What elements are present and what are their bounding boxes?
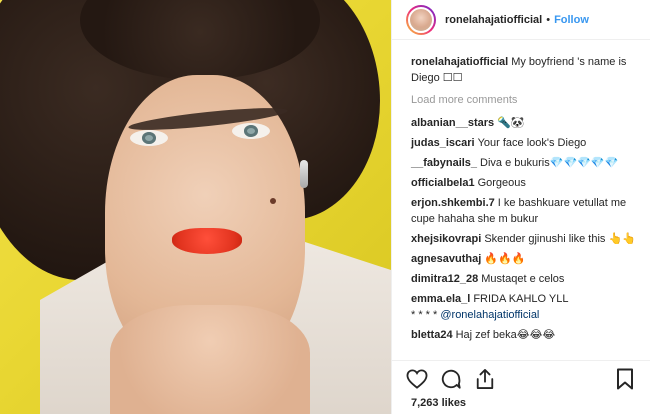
comment-text: Haj zef beka😂😂😂 <box>455 329 556 341</box>
comment-item: xhejsikovrapi Skender gjinushi like this … <box>411 231 636 247</box>
comment-username[interactable]: erjon.shkembi.7 <box>411 197 495 209</box>
actions-divider <box>392 360 650 361</box>
follow-button[interactable]: Follow <box>554 14 589 26</box>
photo-eye-left <box>130 130 168 146</box>
load-more-comments-button[interactable]: Load more comments <box>411 94 636 106</box>
comment-username[interactable]: agnesavuthaj <box>411 253 481 265</box>
comment-item: bletta24 Haj zef beka😂😂😂 <box>411 327 636 343</box>
avatar-image <box>408 6 434 33</box>
likes-count[interactable]: 7,263 likes <box>411 397 466 409</box>
photo-earring <box>300 160 308 188</box>
comment-icon[interactable] <box>440 368 462 390</box>
comment-text: Diva e bukuris💎💎💎💎💎 <box>480 157 619 169</box>
photo-hands <box>110 305 310 414</box>
comments-list: ronelahajatiofficial My boyfriend 's name… <box>392 40 650 343</box>
comment-text: * * * * <box>411 309 441 321</box>
comment-text: 🔥🔥🔥 <box>484 253 526 265</box>
comment-username[interactable]: xhejsikovrapi <box>411 233 481 245</box>
comment-username[interactable]: emma.ela_l <box>411 293 470 305</box>
comment-item: judas_iscari Your face look's Diego <box>411 135 636 151</box>
comment-username[interactable]: __fabynails_ <box>411 157 477 169</box>
comment-text: Mustaqet e celos <box>481 273 565 285</box>
comment-item: emma.ela_l FRIDA KAHLO YLL <box>411 291 636 307</box>
comment-text: 🔦🐼 <box>497 117 525 129</box>
photo-eye-right <box>232 123 270 139</box>
comment-item: albanian__stars 🔦🐼 <box>411 115 636 131</box>
post-sidebar: ronelahajatiofficial • Follow ronelahaja… <box>391 0 650 414</box>
comment-text: Gorgeous <box>477 177 526 189</box>
comment-text: Your face look's Diego <box>477 137 587 149</box>
post-photo[interactable] <box>0 0 391 414</box>
comment-item: dimitra12_28 Mustaqet e celos <box>411 271 636 287</box>
header-separator: • <box>546 13 551 26</box>
comment-username[interactable]: bletta24 <box>411 329 453 341</box>
comment-item: agnesavuthaj 🔥🔥🔥 <box>411 251 636 267</box>
comment-text: FRIDA KAHLO YLL <box>473 293 569 305</box>
action-bar <box>406 366 636 392</box>
comment-item-continuation: * * * * @ronelahajatiofficial <box>411 307 636 323</box>
share-icon[interactable] <box>474 368 496 390</box>
comment-item: __fabynails_ Diva e bukuris💎💎💎💎💎 <box>411 155 636 171</box>
comment-username[interactable]: albanian__stars <box>411 117 494 129</box>
photo-lips <box>172 228 242 254</box>
comment-item: erjon.shkembi.7 I ke bashkuare vetullat m… <box>411 195 636 227</box>
caption-username[interactable]: ronelahajatiofficial <box>411 56 508 68</box>
comment-text: Skender gjinushi like this 👆👆 <box>484 233 636 245</box>
caption: ronelahajatiofficial My boyfriend 's name… <box>411 54 636 86</box>
avatar[interactable] <box>406 4 436 35</box>
mention-link[interactable]: @ronelahajatiofficial <box>440 309 539 321</box>
comment-item: officialbela1 Gorgeous <box>411 175 636 191</box>
header-username[interactable]: ronelahajatiofficial <box>445 14 542 26</box>
photo-mole <box>270 198 276 204</box>
heart-icon[interactable] <box>406 368 428 390</box>
comment-username[interactable]: dimitra12_28 <box>411 273 478 285</box>
post-header: ronelahajatiofficial • Follow <box>392 0 650 40</box>
comment-username[interactable]: officialbela1 <box>411 177 475 189</box>
comment-username[interactable]: judas_iscari <box>411 137 475 149</box>
bookmark-icon[interactable] <box>614 368 636 390</box>
